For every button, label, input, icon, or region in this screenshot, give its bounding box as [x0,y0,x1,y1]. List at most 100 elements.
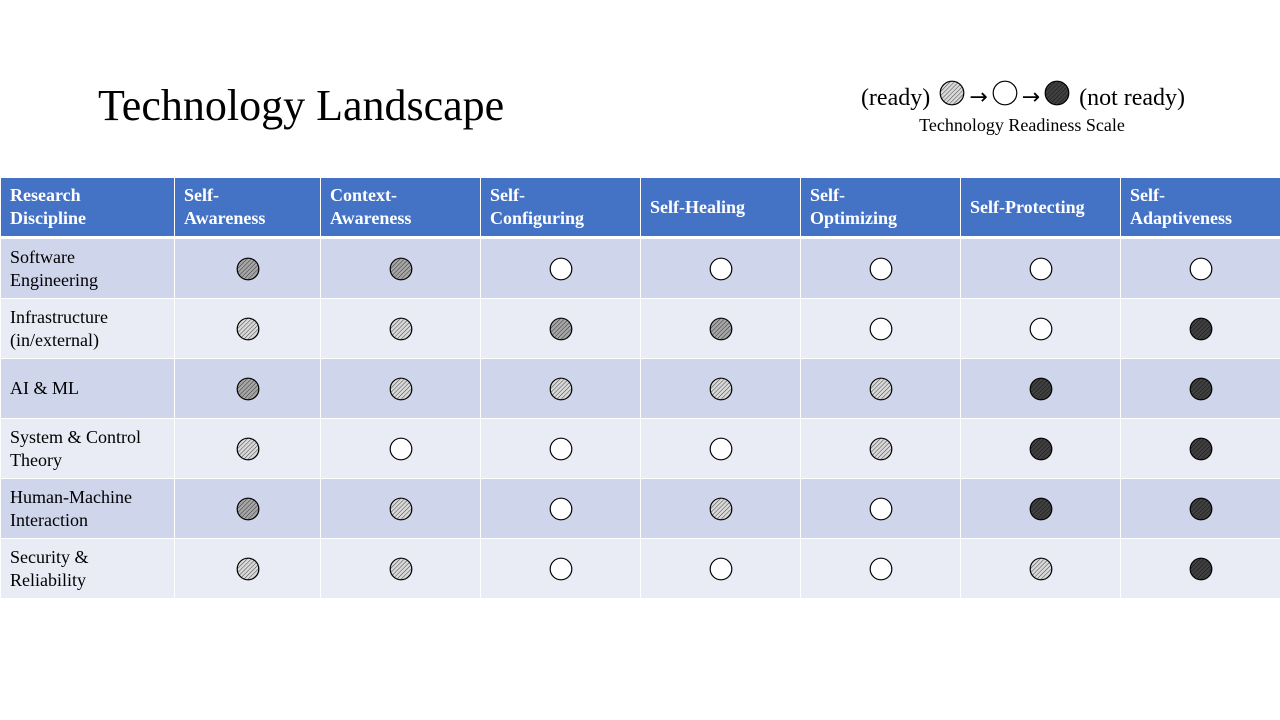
rating-cell [640,298,801,359]
readiness-light-circle-icon [709,377,733,401]
discipline-cell: Infrastructure (in/external) [0,298,175,359]
header-label-line: Self- [490,185,525,205]
header-self-adaptiveness: Self- Adaptiveness [1120,177,1280,239]
discipline-label-line: Interaction [10,509,88,530]
header-context-awareness: Context- Awareness [320,177,481,239]
readiness-empty-circle-icon [869,257,893,281]
slide-title: Technology Landscape [98,81,505,130]
readiness-medium-circle-icon [236,497,260,521]
readiness-dark-circle-icon [1189,377,1213,401]
rating-cell [800,538,961,599]
rating-cell [800,237,961,299]
readiness-empty-circle-icon [549,437,573,461]
rating-cell [480,538,641,599]
readiness-empty-circle-icon [869,557,893,581]
legend-light-hatched-circle-icon [939,80,965,115]
legend-dark-hatched-circle-icon [1044,80,1070,115]
discipline-label-line: Software [10,246,75,267]
table-row: Security & Reliability [0,538,1280,599]
table-row: System & Control Theory [0,418,1280,479]
rating-cell [960,478,1121,539]
rating-cell [1120,358,1280,419]
legend-arrow-icon: → [969,84,988,110]
legend-arrow-icon: → [1021,84,1041,110]
rating-cell [174,237,321,299]
table-body: Software Engineering Infrastructure (in/ext… [0,237,1280,599]
rating-cell [800,418,961,479]
rating-cell [174,418,321,479]
header-label-line: Self- [1130,185,1165,205]
rating-cell [640,478,801,539]
readiness-dark-circle-icon [1189,557,1213,581]
readiness-dark-circle-icon [1029,497,1053,521]
readiness-light-circle-icon [869,377,893,401]
rating-cell [174,478,321,539]
readiness-empty-circle-icon [1029,257,1053,281]
rating-cell [1120,298,1280,359]
header-label-line: Self-Healing [650,196,745,217]
readiness-light-circle-icon [389,317,413,341]
rating-cell [320,418,481,479]
readiness-light-circle-icon [1029,557,1053,581]
readiness-light-circle-icon [389,497,413,521]
readiness-empty-circle-icon [869,497,893,521]
table-row: AI & ML [0,358,1280,419]
readiness-light-circle-icon [709,497,733,521]
rating-cell [960,298,1121,359]
rating-cell [320,478,481,539]
discipline-cell: AI & ML [0,358,175,419]
readiness-empty-circle-icon [549,257,573,281]
readiness-light-circle-icon [389,377,413,401]
readiness-empty-circle-icon [709,557,733,581]
header-self-configuring: Self- Configuring [480,177,641,239]
rating-cell [960,358,1121,419]
header-label-line: Adaptiveness [1130,208,1233,228]
readiness-light-circle-icon [236,317,260,341]
readiness-dark-circle-icon [1189,497,1213,521]
header-label-line: Self- [810,185,845,205]
readiness-empty-circle-icon [709,257,733,281]
legend-empty-circle-icon [992,80,1018,115]
table-row: Human-Machine Interaction [0,478,1280,539]
readiness-empty-circle-icon [549,497,573,521]
legend-ready-label: (ready) [860,84,931,111]
rating-cell [800,298,961,359]
header-label-line: Discipline [10,208,87,228]
readiness-empty-circle-icon [549,557,573,581]
rating-cell [800,478,961,539]
header-label-line: Self- [184,185,219,205]
discipline-label-line: System & Control [10,426,142,447]
header-label-line: Self-Protecting [970,196,1085,217]
rating-cell [640,418,801,479]
rating-cell [1120,478,1280,539]
header-research-discipline: Research Discipline [0,177,175,239]
discipline-label-line: (in/external) [10,329,99,350]
rating-cell [1120,418,1280,479]
legend-caption: Technology Readiness Scale [919,115,1125,135]
discipline-label-line: Infrastructure [10,306,108,327]
technology-landscape-table: Research Discipline Self- Awareness Context-… [0,177,1280,599]
table-row: Software Engineering [0,237,1280,299]
readiness-empty-circle-icon [1029,317,1053,341]
discipline-label-line: Theory [10,449,62,470]
header-label-line: Research [10,185,81,205]
readiness-dark-circle-icon [1029,377,1053,401]
discipline-cell: Human-Machine Interaction [0,478,175,539]
rating-cell [320,298,481,359]
discipline-cell: Security & Reliability [0,538,175,599]
header-label-line: Context- [330,185,397,205]
discipline-label-line: Engineering [10,269,98,290]
header-label-line: Optimizing [810,208,898,228]
discipline-label-line: Reliability [10,569,86,590]
readiness-light-circle-icon [549,377,573,401]
readiness-light-circle-icon [236,557,260,581]
discipline-label-line: AI & ML [10,378,79,398]
header-label-line: Awareness [184,208,266,228]
header-label-line: Configuring [490,208,585,228]
readiness-empty-circle-icon [709,437,733,461]
legend-not-ready-label: (not ready) [1079,84,1186,111]
readiness-dark-circle-icon [1189,317,1213,341]
discipline-cell: Software Engineering [0,237,175,299]
readiness-medium-circle-icon [236,377,260,401]
discipline-cell: System & Control Theory [0,418,175,479]
